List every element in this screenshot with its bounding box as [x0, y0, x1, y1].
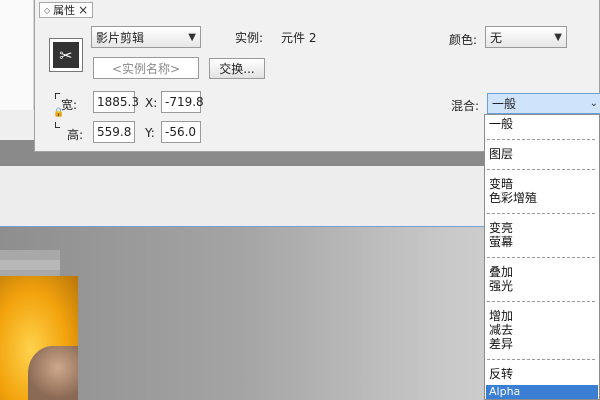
instance-label: 实例: — [235, 31, 264, 45]
blend-option-screen[interactable]: 萤幕 — [489, 235, 513, 249]
separator — [487, 139, 595, 140]
link-bracket-bottom — [55, 122, 60, 128]
close-icon[interactable]: × — [78, 3, 88, 17]
blend-mode-select[interactable]: 一般 ⌄ — [487, 93, 600, 114]
separator — [487, 169, 595, 170]
width-label: 宽: — [61, 98, 78, 112]
height-input[interactable]: 559.8 — [93, 121, 135, 143]
separator — [487, 257, 595, 258]
height-label: 高: — [67, 128, 84, 142]
x-input[interactable]: -719.8 — [161, 91, 204, 113]
link-bracket-top — [55, 93, 60, 99]
blend-option-darken[interactable]: 变暗 — [489, 177, 513, 191]
blend-mode-value: 一般 — [492, 97, 517, 111]
blend-option-lighten[interactable]: 变亮 — [489, 221, 513, 235]
separator — [487, 213, 595, 214]
y-label: Y: — [145, 126, 155, 140]
blend-option-layer[interactable]: 图层 — [489, 147, 513, 161]
stage-image[interactable] — [0, 276, 78, 400]
blend-mode-list: 一般 图层 变暗 色彩增殖 变亮 萤幕 叠加 强光 增加 减去 差异 反转 Al… — [484, 114, 600, 400]
blend-label: 混合: — [451, 99, 480, 113]
blend-option-subtract[interactable]: 减去 — [489, 323, 513, 337]
instance-value: 元件 2 — [281, 31, 317, 45]
tab-properties[interactable]: ◇ 属性 × — [39, 2, 94, 18]
width-input[interactable]: 1885.3 — [93, 91, 139, 113]
blend-option-hardlight[interactable]: 强光 — [489, 279, 513, 293]
pin-icon: ◇ — [44, 5, 51, 15]
separator — [487, 301, 595, 302]
symbol-type-select[interactable]: 影片剪辑 ▼ — [91, 26, 201, 48]
movieclip-symbol-icon: ✂ — [49, 38, 83, 72]
color-effect-select[interactable]: 无 ▼ — [485, 26, 567, 48]
left-document-area — [0, 0, 34, 110]
tab-label: 属性 — [53, 4, 76, 17]
blend-option-alpha[interactable]: Alpha — [486, 385, 598, 399]
color-effect-value: 无 — [490, 30, 503, 45]
instance-name-input[interactable]: <实例名称> — [93, 57, 199, 79]
symbol-type-value: 影片剪辑 — [96, 30, 145, 45]
separator — [487, 359, 595, 360]
blend-option-normal[interactable]: 一般 — [489, 117, 513, 131]
chevron-down-icon: ▼ — [554, 31, 562, 43]
chevron-down-icon: ⌄ — [589, 98, 598, 109]
blend-option-difference[interactable]: 差异 — [489, 337, 513, 351]
chevron-down-icon: ▼ — [188, 31, 196, 43]
color-label: 颜色: — [449, 33, 478, 47]
blend-option-add[interactable]: 增加 — [489, 309, 513, 323]
y-input[interactable]: -56.0 — [161, 121, 201, 143]
swap-button[interactable]: 交换... — [209, 58, 265, 79]
x-label: X: — [145, 96, 158, 110]
blend-option-overlay[interactable]: 叠加 — [489, 265, 513, 279]
blend-option-invert[interactable]: 反转 — [489, 367, 513, 381]
blend-option-multiply[interactable]: 色彩增殖 — [489, 191, 537, 205]
